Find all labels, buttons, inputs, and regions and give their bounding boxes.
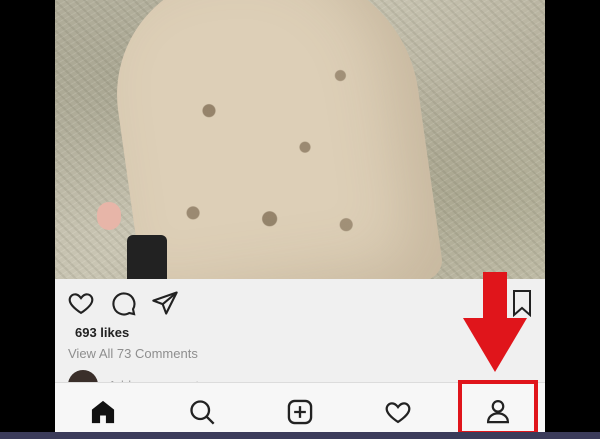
view-comments-link[interactable]: View All 73 Comments (68, 346, 198, 361)
post-photo[interactable] (55, 0, 545, 279)
home-icon (91, 400, 115, 423)
nav-item-home[interactable] (73, 383, 133, 439)
post-actions (67, 289, 179, 317)
nav-item-add[interactable] (270, 383, 330, 439)
bottom-strip (0, 432, 600, 439)
photo-shadow (127, 235, 167, 279)
add-post-icon (287, 399, 313, 424)
app-frame: 693 likes View All 73 Comments Add a com… (55, 0, 545, 439)
profile-highlight-box (458, 380, 538, 435)
activity-heart-icon (385, 401, 411, 423)
photo-hand (97, 202, 121, 230)
search-icon (190, 399, 215, 424)
heart-outline-icon[interactable] (67, 289, 95, 317)
share-icon[interactable] (151, 289, 179, 317)
nav-item-activity[interactable] (368, 383, 428, 439)
likes-count[interactable]: 693 likes (75, 325, 129, 340)
down-arrow-icon (463, 272, 527, 372)
comment-icon[interactable] (109, 289, 137, 317)
nav-item-search[interactable] (172, 383, 232, 439)
